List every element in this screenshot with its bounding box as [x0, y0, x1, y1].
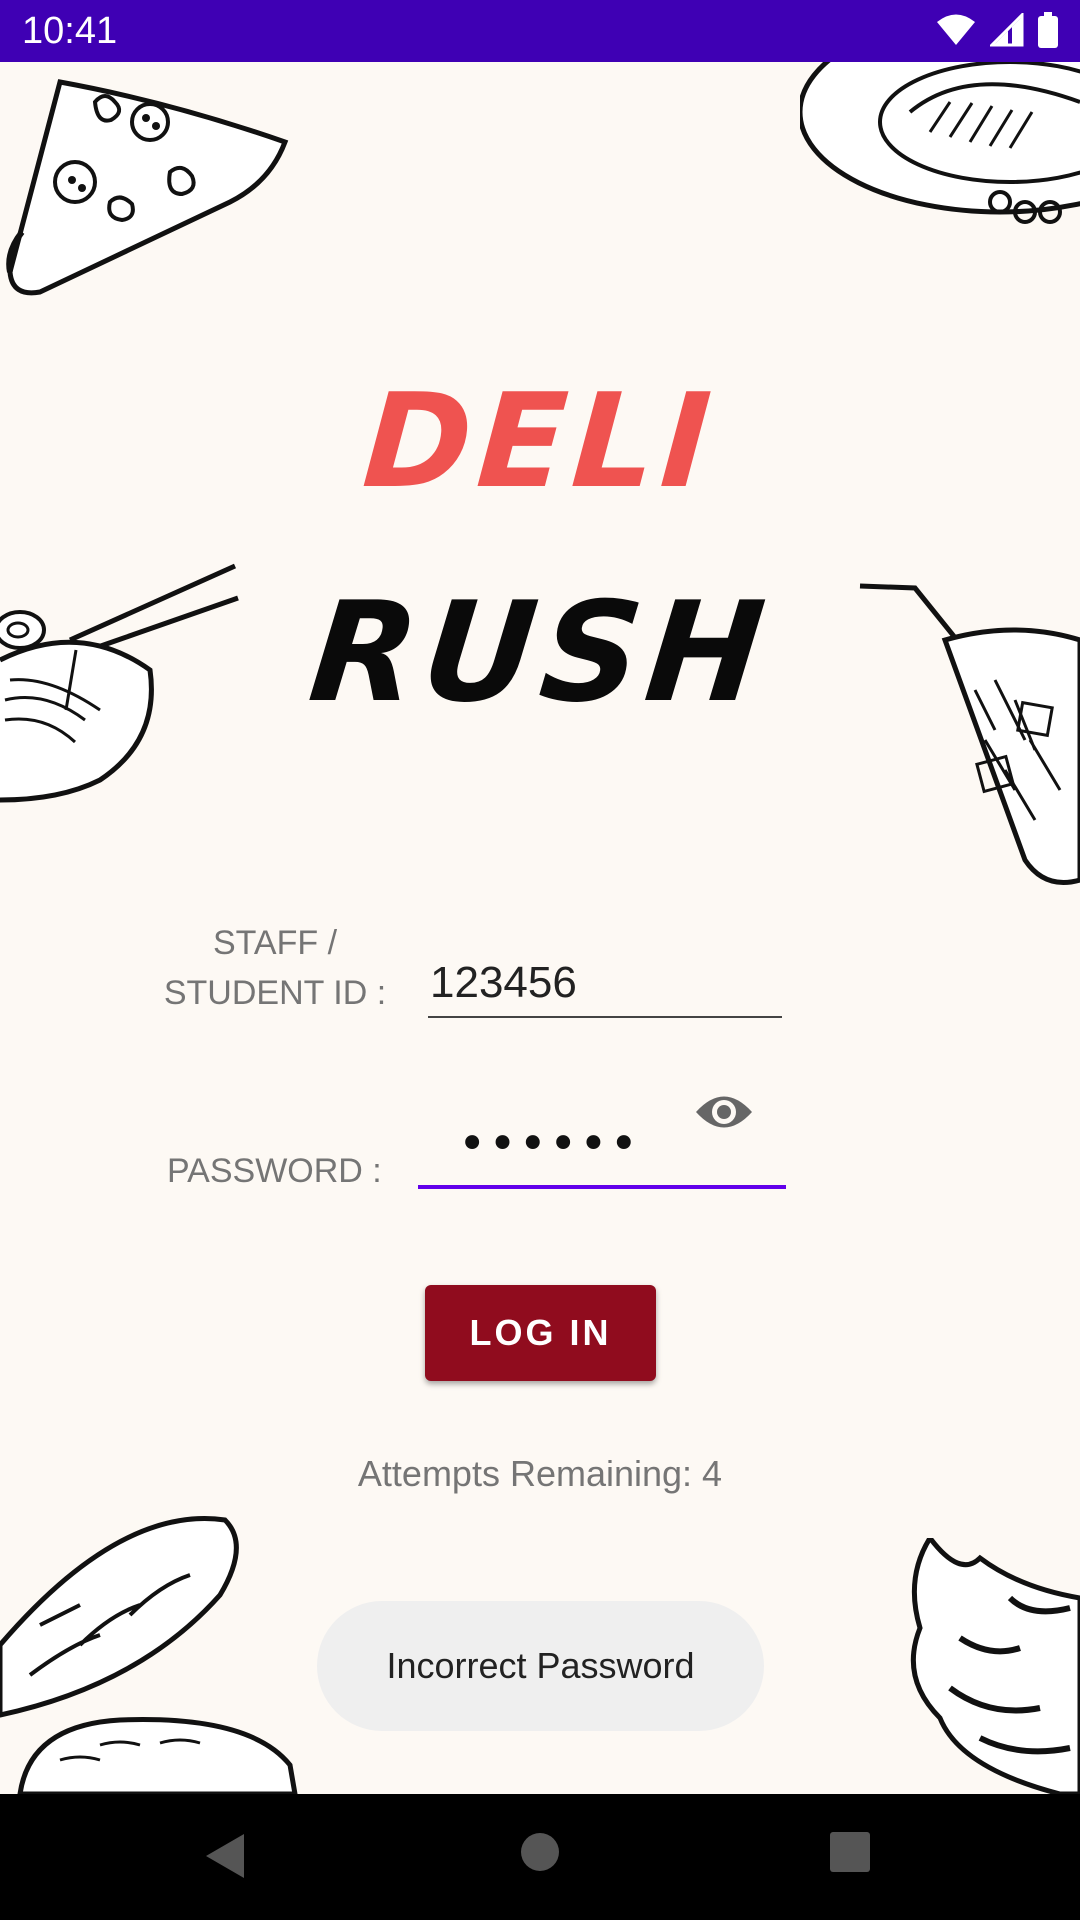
password-label: PASSWORD :: [167, 1152, 382, 1190]
battery-icon: [1038, 12, 1058, 48]
attempts-remaining-text: Attempts Remaining: 4: [357, 1453, 723, 1494]
signal-icon: [990, 13, 1024, 47]
login-screen: 10:41 DELI RUSH STAFF / STUDENT ID: 123…: [0, 0, 1080, 1920]
recents-icon[interactable]: [830, 1832, 870, 1872]
password-field[interactable]: [418, 1075, 786, 1189]
ice-cream-doodle: [910, 1538, 1080, 1794]
status-time: 10:41: [22, 10, 118, 52]
wifi-icon: [937, 14, 975, 45]
status-bar: 10:41: [0, 0, 1080, 62]
password-input[interactable]: [458, 1119, 658, 1169]
toast-message: Incorrect Password: [317, 1601, 764, 1731]
toast-text: Incorrect Password: [386, 1645, 695, 1686]
back-icon[interactable]: [204, 1832, 248, 1880]
home-icon[interactable]: [520, 1832, 560, 1872]
burger-plate-doodle: [800, 62, 1080, 224]
navigation-bar: [0, 1794, 1080, 1920]
student-id-label: STAFF / STUDENT ID :: [163, 924, 387, 1012]
app-title-deli: DELI: [358, 365, 722, 517]
pizza-slice-doodle: [6, 79, 289, 296]
login-button[interactable]: LOG IN: [425, 1285, 656, 1381]
eye-icon[interactable]: [694, 1089, 754, 1135]
app-title-rush: RUSH: [302, 572, 778, 733]
bread-loaves-doodle: [0, 1516, 298, 1794]
status-icons: [936, 12, 1058, 48]
student-id-input[interactable]: [428, 950, 782, 1018]
